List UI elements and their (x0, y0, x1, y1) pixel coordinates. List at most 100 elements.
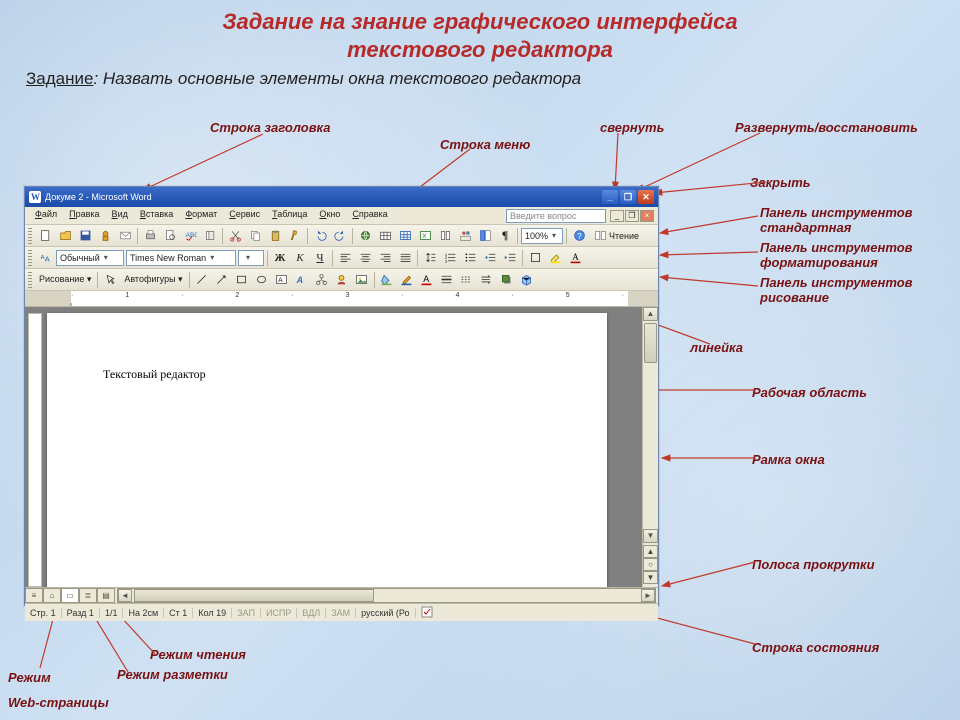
status-spell-icon[interactable] (416, 606, 440, 620)
numbered-list-button[interactable]: 123 (441, 249, 459, 267)
status-track[interactable]: ИСПР (261, 608, 297, 618)
vscroll-thumb[interactable] (644, 323, 657, 363)
underline-button[interactable]: Ч (311, 249, 329, 267)
menu-window[interactable]: Окно (313, 207, 346, 224)
permission-button[interactable] (96, 227, 114, 245)
threeD-button[interactable] (518, 271, 536, 289)
browse-object-button[interactable]: ○ (643, 558, 658, 571)
shadow-button[interactable] (498, 271, 516, 289)
print-button[interactable] (141, 227, 159, 245)
restore-button[interactable]: ❐ (620, 190, 636, 204)
doc-map-button[interactable] (476, 227, 494, 245)
menu-help[interactable]: Справка (346, 207, 393, 224)
prev-page-button[interactable]: ▲ (643, 545, 658, 558)
align-justify-button[interactable] (396, 249, 414, 267)
line-color-button[interactable] (398, 271, 416, 289)
redo-button[interactable] (331, 227, 349, 245)
increase-indent-button[interactable] (501, 249, 519, 267)
status-rec[interactable]: ЗАП (232, 608, 261, 618)
arrow-style-button[interactable] (478, 271, 496, 289)
read-mode-button[interactable]: Чтение (590, 227, 643, 245)
copy-button[interactable] (246, 227, 264, 245)
styles-pane-button[interactable]: AA (36, 249, 54, 267)
preview-button[interactable] (161, 227, 179, 245)
decrease-indent-button[interactable] (481, 249, 499, 267)
columns-button[interactable] (436, 227, 454, 245)
web-layout-button[interactable]: ⌂ (43, 588, 61, 603)
dash-style-button[interactable] (458, 271, 476, 289)
toolbar-grip-icon[interactable] (28, 272, 32, 288)
menu-edit[interactable]: Правка (63, 207, 105, 224)
hyperlink-button[interactable] (356, 227, 374, 245)
font-size-dropdown[interactable] (238, 250, 264, 266)
insert-table-button[interactable] (396, 227, 414, 245)
research-button[interactable] (201, 227, 219, 245)
doc-restore-button[interactable]: ❐ (625, 210, 639, 222)
line-style-button[interactable] (438, 271, 456, 289)
vertical-ruler[interactable] (28, 313, 42, 587)
drawing-toggle-button[interactable] (456, 227, 474, 245)
next-page-button[interactable]: ▼ (643, 571, 658, 584)
diagram-button[interactable] (313, 271, 331, 289)
document-page[interactable]: Текстовый редактор (47, 313, 607, 587)
doc-minimize-button[interactable]: _ (610, 210, 624, 222)
italic-button[interactable]: К (291, 249, 309, 267)
toolbar-grip-icon[interactable] (28, 250, 32, 266)
normal-view-button[interactable]: ≡ (25, 588, 43, 603)
format-painter-button[interactable] (286, 227, 304, 245)
drawing-menu[interactable]: Рисование ▾ (36, 274, 94, 285)
document-area[interactable]: Текстовый редактор (25, 307, 642, 587)
arrow-tool-button[interactable] (213, 271, 231, 289)
undo-button[interactable] (311, 227, 329, 245)
paste-button[interactable] (266, 227, 284, 245)
clipart-button[interactable] (333, 271, 351, 289)
scroll-down-button[interactable]: ▼ (643, 529, 658, 543)
font-color-button[interactable]: A (566, 249, 584, 267)
hscroll-thumb[interactable] (134, 589, 374, 602)
horizontal-ruler[interactable]: · 1 · 2 · 3 · 4 · 5 · 6 · 7 · 8 · 9 · 10… (25, 291, 658, 307)
status-ovr[interactable]: ЗАМ (326, 608, 356, 618)
menu-view[interactable]: Вид (106, 207, 134, 224)
font-dropdown[interactable]: Times New Roman (126, 250, 236, 266)
toolbar-grip-icon[interactable] (28, 228, 32, 244)
rectangle-tool-button[interactable] (233, 271, 251, 289)
document-text[interactable]: Текстовый редактор (103, 367, 551, 382)
vertical-scrollbar[interactable]: ▲ ▼ ▲ ○ ▼ (642, 307, 658, 587)
close-button[interactable]: ✕ (638, 190, 654, 204)
menu-insert[interactable]: Вставка (134, 207, 179, 224)
menu-tools[interactable]: Сервис (223, 207, 266, 224)
line-spacing-button[interactable] (421, 249, 439, 267)
title-bar[interactable]: Докуме 2 - Microsoft Word _ ❐ ✕ (25, 187, 658, 207)
open-button[interactable] (56, 227, 74, 245)
align-left-button[interactable] (336, 249, 354, 267)
spellcheck-button[interactable]: ABC (181, 227, 199, 245)
textbox-tool-button[interactable]: A (273, 271, 291, 289)
cut-button[interactable] (226, 227, 244, 245)
bullet-list-button[interactable] (461, 249, 479, 267)
borders-button[interactable] (526, 249, 544, 267)
insert-picture-button[interactable] (353, 271, 371, 289)
doc-close-button[interactable]: × (640, 210, 654, 222)
menu-file[interactable]: Файл (29, 207, 63, 224)
scroll-right-button[interactable]: ► (641, 589, 655, 602)
align-center-button[interactable] (356, 249, 374, 267)
style-dropdown[interactable]: Обычный (56, 250, 124, 266)
autoshapes-menu[interactable]: Автофигуры ▾ (121, 274, 185, 285)
help-button[interactable]: ? (570, 227, 588, 245)
align-right-button[interactable] (376, 249, 394, 267)
show-marks-button[interactable]: ¶ (496, 227, 514, 245)
scroll-left-button[interactable]: ◄ (118, 589, 132, 602)
zoom-dropdown[interactable]: 100% (521, 228, 563, 244)
print-layout-button[interactable]: ▭ (61, 588, 79, 603)
horizontal-scrollbar[interactable]: ◄ ► (117, 588, 656, 603)
menu-table[interactable]: Таблица (266, 207, 313, 224)
select-objects-button[interactable] (101, 271, 119, 289)
fill-color-button[interactable] (378, 271, 396, 289)
status-lang[interactable]: русский (Ро (356, 608, 415, 618)
font-color-draw-button[interactable]: A (418, 271, 436, 289)
minimize-button[interactable]: _ (602, 190, 618, 204)
excel-button[interactable]: X (416, 227, 434, 245)
ask-question-box[interactable]: Введите вопрос (506, 209, 606, 223)
menu-format[interactable]: Формат (179, 207, 223, 224)
highlight-button[interactable] (546, 249, 564, 267)
